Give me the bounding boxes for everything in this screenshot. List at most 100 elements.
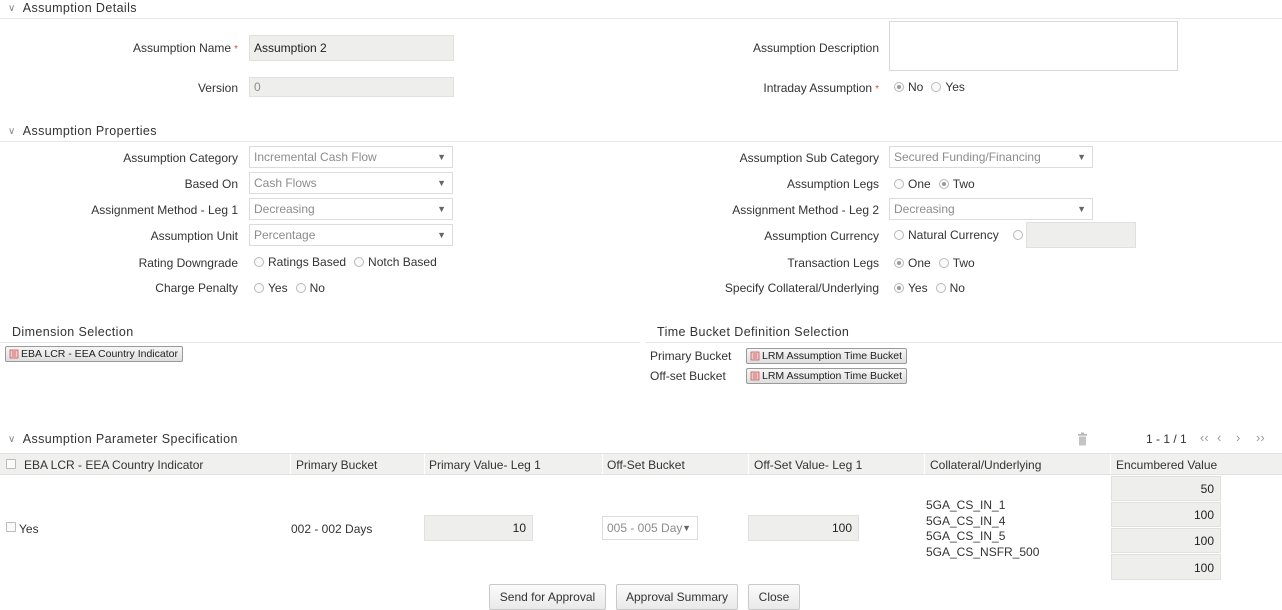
- assumption-category-label: Assumption Category: [123, 151, 238, 165]
- collateral-item: 5GA_CS_NSFR_500: [926, 544, 1040, 559]
- dropdown-arrow-icon: ▼: [437, 152, 446, 162]
- primary-value-input[interactable]: 10: [424, 515, 533, 541]
- row-checkbox[interactable]: [6, 522, 16, 532]
- trash-icon[interactable]: [1077, 432, 1088, 446]
- radio-icon: [931, 82, 942, 92]
- specify-collateral-label: Specify Collateral/Underlying: [724, 281, 879, 295]
- assignment-method-leg1-select[interactable]: Decreasing ▼: [249, 198, 453, 220]
- chevron-down-icon: ∨: [8, 3, 16, 14]
- column-divider: [924, 454, 925, 474]
- intraday-option-yes[interactable]: Yes: [931, 80, 965, 94]
- dropdown-arrow-icon: ▼: [437, 204, 446, 214]
- assumption-legs-radio-group: One Two: [894, 177, 983, 191]
- section-time-bucket-definition: Time Bucket Definition Selection: [657, 325, 850, 339]
- column-header[interactable]: Collateral/Underlying: [930, 458, 1041, 472]
- column-divider: [748, 454, 749, 474]
- assumption-currency-label: Assumption Currency: [764, 229, 879, 243]
- radio-icon: [295, 283, 306, 293]
- collateral-item: 5GA_CS_IN_4: [926, 513, 1006, 528]
- radio-selected-icon: [938, 179, 949, 189]
- assumption-unit-label: Assumption Unit: [150, 229, 238, 243]
- dropdown-arrow-icon: ▼: [1077, 204, 1086, 214]
- intraday-radio-group: No Yes: [894, 80, 973, 94]
- offset-bucket-select[interactable]: 005 - 005 Day ▼: [602, 516, 698, 540]
- encumbered-value-input[interactable]: 100: [1111, 554, 1221, 580]
- currency-option-specific[interactable]: [1012, 230, 1027, 240]
- assumption-currency-radio-group: Natural Currency: [894, 228, 1035, 242]
- based-on-select[interactable]: Cash Flows ▼: [249, 172, 453, 194]
- section-assumption-properties[interactable]: ∨ Assumption Properties: [8, 124, 157, 138]
- column-header[interactable]: EBA LCR - EEA Country Indicator: [24, 458, 203, 472]
- next-page-icon[interactable]: ›: [1236, 430, 1240, 445]
- dimension-chip[interactable]: EBA LCR - EEA Country Indicator: [5, 346, 183, 362]
- column-header[interactable]: Off-Set Bucket: [607, 458, 685, 472]
- offset-bucket-label: Off-set Bucket: [650, 369, 726, 383]
- assumption-description-input[interactable]: [889, 21, 1178, 71]
- primary-bucket-chip[interactable]: LRM Assumption Time Bucket: [746, 348, 908, 364]
- transaction-legs-radio-group: One Two: [894, 256, 983, 270]
- column-header[interactable]: Primary Value- Leg 1: [429, 458, 541, 472]
- encumbered-value-input[interactable]: 50: [1111, 476, 1221, 501]
- assumption-category-select[interactable]: Incremental Cash Flow ▼: [249, 146, 453, 168]
- penalty-option-no[interactable]: No: [295, 281, 325, 295]
- required-marker: *: [875, 84, 879, 95]
- radio-selected-icon: [894, 283, 904, 293]
- version-input[interactable]: 0: [249, 77, 454, 97]
- section-assumption-details[interactable]: ∨ Assumption Details: [8, 1, 137, 15]
- legs-option-one[interactable]: One: [894, 177, 931, 191]
- divider: [0, 342, 640, 343]
- offset-value-input[interactable]: 100: [748, 515, 859, 541]
- row-primary-bucket: 002 - 002 Days: [291, 522, 373, 536]
- transaction-legs-label: Transaction Legs: [787, 256, 879, 270]
- radio-icon: [894, 179, 904, 189]
- radio-icon: [354, 257, 365, 267]
- transaction-legs-option-one[interactable]: One: [894, 256, 931, 270]
- section-dimension-selection: Dimension Selection: [12, 325, 134, 339]
- first-page-icon[interactable]: ‹‹: [1200, 430, 1209, 445]
- assumption-sub-category-select[interactable]: Secured Funding/Financing ▼: [889, 146, 1093, 168]
- encumbered-value-input[interactable]: 100: [1111, 502, 1221, 527]
- section-title: Assumption Properties: [22, 124, 157, 138]
- previous-page-icon[interactable]: ‹: [1217, 430, 1221, 445]
- rating-option-ratings-based[interactable]: Ratings Based: [254, 255, 346, 269]
- divider: [0, 18, 1282, 19]
- assumption-unit-select[interactable]: Percentage ▼: [249, 224, 453, 246]
- column-header[interactable]: Encumbered Value: [1116, 458, 1217, 472]
- assumption-name-input[interactable]: Assumption 2: [249, 35, 454, 61]
- close-button[interactable]: Close: [748, 584, 800, 610]
- select-all-checkbox[interactable]: [6, 459, 16, 469]
- assignment-method-leg2-select[interactable]: Decreasing ▼: [889, 198, 1093, 220]
- collateral-option-yes[interactable]: Yes: [894, 281, 928, 295]
- column-divider: [602, 454, 603, 474]
- rating-option-notch-based[interactable]: Notch Based: [354, 255, 437, 269]
- currency-input[interactable]: [1026, 222, 1136, 248]
- divider: [646, 342, 1282, 343]
- column-header[interactable]: Primary Bucket: [296, 458, 377, 472]
- radio-icon: [254, 283, 264, 293]
- dropdown-arrow-icon: ▼: [437, 230, 446, 240]
- send-for-approval-button[interactable]: Send for Approval: [489, 584, 606, 610]
- penalty-option-yes[interactable]: Yes: [254, 281, 288, 295]
- approval-summary-button[interactable]: Approval Summary: [616, 584, 738, 610]
- offset-bucket-chip[interactable]: LRM Assumption Time Bucket: [746, 368, 908, 384]
- section-title: Assumption Parameter Specification: [22, 432, 238, 446]
- column-divider: [424, 454, 425, 474]
- assignment-method-leg2-label: Assignment Method - Leg 2: [732, 203, 879, 217]
- transaction-legs-option-two[interactable]: Two: [938, 256, 975, 270]
- based-on-label: Based On: [184, 177, 238, 191]
- currency-option-natural[interactable]: Natural Currency: [894, 228, 999, 242]
- dropdown-arrow-icon: ▼: [437, 178, 446, 188]
- section-title: Assumption Details: [22, 1, 137, 15]
- radio-icon: [254, 257, 264, 267]
- last-page-icon[interactable]: ››: [1256, 430, 1265, 445]
- intraday-option-no[interactable]: No: [894, 80, 923, 94]
- encumbered-value-input[interactable]: 100: [1111, 528, 1221, 553]
- section-parameter-specification[interactable]: ∨ Assumption Parameter Specification: [8, 432, 238, 446]
- column-header[interactable]: Off-Set Value- Leg 1: [754, 458, 862, 472]
- version-label: Version: [197, 81, 238, 95]
- legs-option-two[interactable]: Two: [938, 177, 975, 191]
- radio-icon: [894, 230, 904, 240]
- collateral-option-no[interactable]: No: [935, 281, 965, 295]
- pagination-text: 1 - 1 / 1: [1146, 432, 1187, 446]
- radio-icon: [935, 283, 946, 293]
